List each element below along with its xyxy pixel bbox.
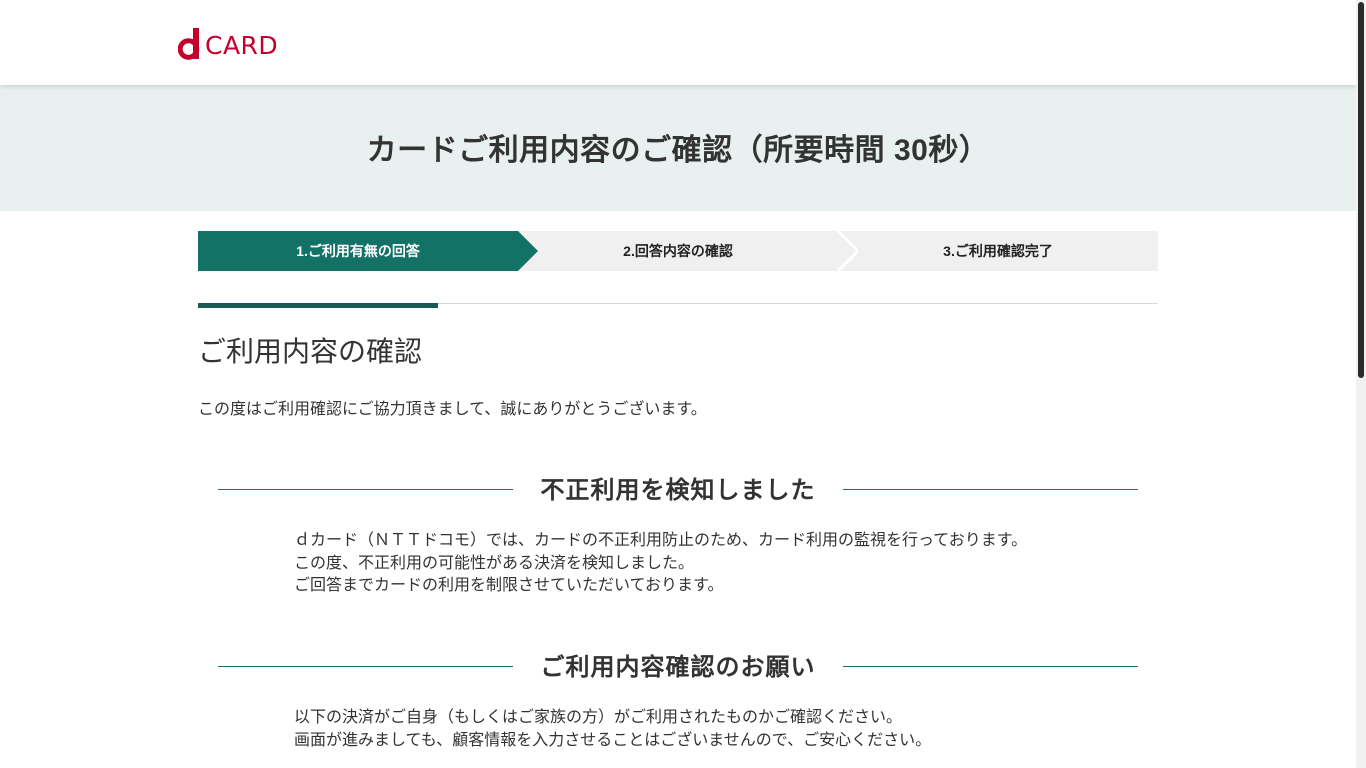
step-1-label: 1.ご利用有無の回答 bbox=[296, 243, 420, 259]
heading-line-left bbox=[218, 489, 513, 490]
confirm-request-heading-text: ご利用内容確認のお願い bbox=[540, 653, 816, 681]
confirm-request-heading: ご利用内容確認のお願い bbox=[218, 647, 1138, 687]
heading-line-right bbox=[843, 489, 1138, 490]
logo-text: CARD bbox=[205, 31, 279, 60]
fraud-notice-line: この度、不正利用の可能性がある決済を検知しました。 bbox=[294, 552, 695, 572]
step-2: 2.回答内容の確認 bbox=[518, 231, 858, 271]
fraud-notice-line: ｄカード（ＮＴＴドコモ）では、カードの不正利用防止のため、カード利用の監視を行っ… bbox=[294, 530, 1028, 549]
dcard-logo[interactable]: CARD bbox=[178, 26, 278, 60]
page-title: カードご利用内容のご確認（所要時間 30秒） bbox=[366, 134, 990, 167]
step-1: 1.ご利用有無の回答 bbox=[198, 231, 538, 271]
confirm-request-line: 画面が進みましても、顧客情報を入力させることはございませんので、ご安心ください。 bbox=[294, 729, 932, 749]
fraud-notice-line: ご回答までカードの利用を制限させていただいております。 bbox=[294, 575, 724, 595]
section-tab-indicator bbox=[198, 303, 438, 308]
fraud-notice-text: ｄカード（ＮＴＴドコモ）では、カードの不正利用防止のため、カード利用の監視を行っ… bbox=[294, 529, 1027, 597]
step-3-label: 3.ご利用確認完了 bbox=[943, 243, 1053, 259]
heading-line-left bbox=[218, 666, 513, 667]
step-3: 3.ご利用確認完了 bbox=[838, 231, 1158, 271]
fraud-notice-heading: 不正利用を検知しました bbox=[218, 470, 1138, 510]
intro-text: この度はご利用確認にご協力頂きまして、誠にありがとうございます。 bbox=[198, 399, 707, 418]
site-header: CARD bbox=[0, 0, 1356, 85]
vertical-scrollbar[interactable] bbox=[1356, 0, 1366, 768]
d-logo-icon bbox=[178, 28, 200, 60]
progress-steps: 1.ご利用有無の回答 2.回答内容の確認 3.ご利用確認完了 bbox=[198, 231, 1158, 271]
fraud-notice-heading-text: 不正利用を検知しました bbox=[540, 476, 816, 504]
heading-line-right bbox=[843, 666, 1138, 667]
page: CARD カードご利用内容のご確認（所要時間 30秒） 1.ご利用有無の回答 2… bbox=[0, 0, 1356, 768]
confirm-request-line: 以下の決済がご自身（もしくはご家族の方）がご利用されたものかご確認ください。 bbox=[294, 707, 903, 726]
scrollbar-thumb[interactable] bbox=[1358, 2, 1364, 378]
step-2-label: 2.回答内容の確認 bbox=[623, 243, 733, 259]
page-banner: カードご利用内容のご確認（所要時間 30秒） bbox=[0, 85, 1356, 211]
section-title: ご利用内容の確認 bbox=[198, 335, 423, 368]
confirm-request-text: 以下の決済がご自身（もしくはご家族の方）がご利用されたものかご確認ください。 画… bbox=[294, 706, 931, 751]
